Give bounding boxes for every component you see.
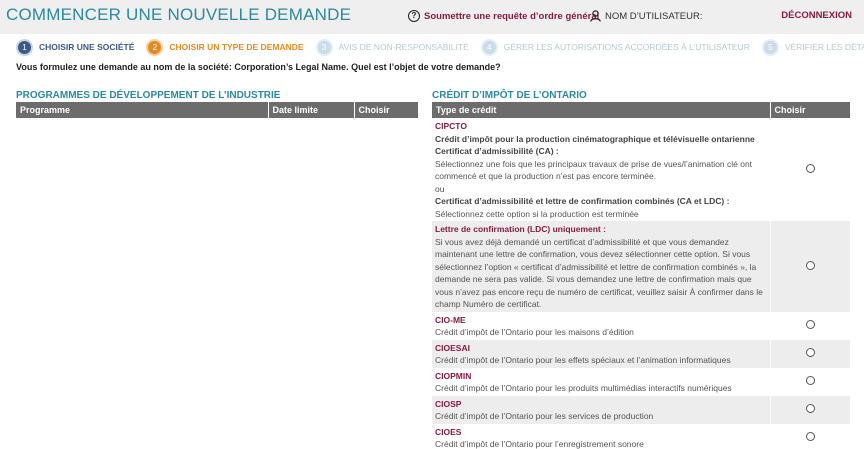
credit-code: CIOSP [435, 398, 462, 409]
credit-code: CIOES [435, 426, 462, 437]
ontario-tax-credit-title: CRÉDIT D’IMPÔT DE L’ONTARIO [432, 90, 587, 101]
step-label: CHOISIR UNE SOCIÉTÉ [39, 42, 135, 52]
page-title: COMMENCER UNE NOUVELLE DEMANDE [6, 5, 352, 24]
logout-link[interactable]: DÉCONNEXION [781, 10, 852, 21]
step-number: 4 [480, 38, 498, 56]
question-icon: ? [408, 10, 420, 22]
username-label: NOM D’UTILISATEUR: [605, 10, 703, 22]
ldc-text: Si vous avez déjà demandé un certificat … [435, 236, 763, 310]
tax-credit-table: Type de crédit Choisir CIPCTO Crédit d’i… [432, 102, 850, 449]
credit-desc: Crédit d’impôt de l’Ontario pour l’enreg… [435, 439, 644, 449]
radio-ldc[interactable] [805, 260, 815, 270]
top-header: COMMENCER UNE NOUVELLE DEMANDE ? Soumett… [0, 0, 864, 34]
credit-desc: Crédit d’impôt de l’Ontario pour les ser… [435, 411, 654, 421]
ca-ldc-title: Certificat d’admissibilité et lettre de … [435, 196, 730, 206]
step-number: 1 [16, 38, 33, 56]
step-choose-company[interactable]: 1 CHOISIR UNE SOCIÉTÉ [16, 38, 135, 56]
radio-cioesai[interactable] [805, 348, 815, 357]
radio-ciopmin[interactable] [805, 376, 815, 385]
ca-title: Certificat d’admissibilité (CA) : [435, 146, 559, 156]
table-row: CIOSP Crédit d’impôt de l’Ontario pour l… [432, 395, 850, 424]
column-header-choose: Choisir [354, 102, 418, 118]
step-number: 3 [315, 38, 333, 56]
column-header-programme: Programme [16, 102, 269, 118]
column-header-credit-type: Type de crédit [432, 102, 771, 118]
request-question: Vous formulez une demande au nom de la s… [16, 62, 501, 72]
step-label: AVIS DE NON-RESPONSABILITÉ [338, 42, 469, 52]
ldc-title: Lettre de confirmation (LDC) uniquement … [435, 224, 606, 234]
credit-code: CIO-ME [435, 314, 466, 325]
step-disclaimer: 3 AVIS DE NON-RESPONSABILITÉ [315, 38, 469, 56]
industry-programs-table: Programme Date limite Choisir [16, 102, 418, 118]
table-row: CIOES Crédit d’impôt de l’Ontario pour l… [432, 423, 850, 449]
column-header-choose: Choisir [770, 102, 850, 118]
table-row: CIOPMIN Crédit d’impôt de l’Ontario pour… [432, 367, 850, 396]
industry-programs-title: PROGRAMMES DE DÉVELOPPEMENT DE L’INDUSTR… [16, 90, 281, 101]
step-number: 2 [146, 38, 164, 56]
table-row: CIPCTO Crédit d’impôt pour la production… [432, 118, 850, 221]
or-text: ou [435, 183, 445, 194]
user-icon [590, 10, 601, 22]
radio-cio-me[interactable] [805, 320, 815, 329]
column-header-deadline: Date limite [268, 102, 355, 118]
step-choose-request-type: 2 CHOISIR UN TYPE DE DEMANDE [146, 38, 304, 56]
step-label: CHOISIR UN TYPE DE DEMANDE [169, 42, 304, 52]
table-row: Lettre de confirmation (LDC) uniquement … [432, 221, 850, 312]
general-request-link[interactable]: ? Soumettre une requête d’ordre général [408, 10, 599, 22]
table-row: CIOESAI Crédit d’impôt de l’Ontario pour… [432, 339, 850, 368]
step-number: 5 [761, 38, 779, 56]
credit-code: CIOESAI [435, 342, 470, 353]
credit-desc: Crédit d’impôt de l’Ontario pour les mai… [435, 327, 634, 337]
step-label: GÉRER LES AUTORISATIONS ACCORDÉES À L’UT… [503, 42, 750, 52]
radio-cioes[interactable] [805, 432, 815, 441]
ca-ldc-text: Sélectionnez cette option si la producti… [435, 208, 639, 219]
credit-name: Crédit d’impôt pour la production cinéma… [435, 133, 755, 144]
ca-text: Sélectionnez une fois que les principaux… [435, 158, 753, 182]
username-area: NOM D’UTILISATEUR: [590, 10, 702, 22]
step-verify-details: 5 VÉRIFIER LES DÉTAILS [761, 38, 864, 56]
credit-desc: Crédit d’impôt de l’Ontario pour les pro… [435, 383, 732, 393]
general-request-label: Soumettre une requête d’ordre général [424, 10, 600, 22]
table-row: CIO-ME Crédit d’impôt de l’Ontario pour … [432, 311, 850, 340]
credit-desc: Crédit d’impôt de l’Ontario pour les eff… [435, 355, 731, 365]
radio-ciosp[interactable] [805, 404, 815, 413]
wizard-steps: 1 CHOISIR UNE SOCIÉTÉ 2 CHOISIR UN TYPE … [16, 37, 864, 57]
step-manage-authorizations: 4 GÉRER LES AUTORISATIONS ACCORDÉES À L’… [480, 38, 750, 56]
credit-code: CIPCTO [435, 121, 467, 131]
step-label: VÉRIFIER LES DÉTAILS [784, 42, 864, 52]
radio-cipcto[interactable] [805, 164, 815, 173]
credit-code: CIOPMIN [435, 370, 472, 381]
